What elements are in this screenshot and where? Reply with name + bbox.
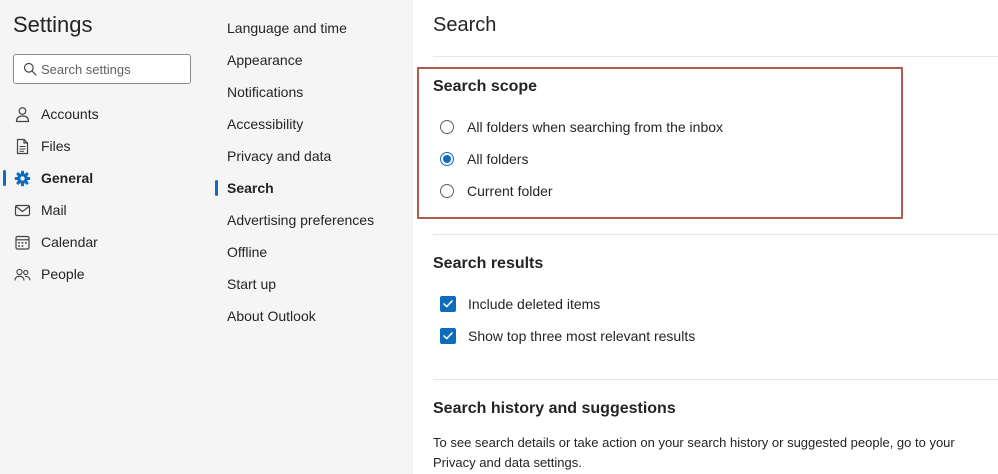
settings-category-nav: Accounts Files General Mail Calendar Peo…	[0, 98, 200, 290]
subnav-label: Offline	[227, 244, 268, 260]
subnav-offline[interactable]: Offline	[214, 236, 404, 268]
option-label: Show top three most relevant results	[468, 328, 696, 344]
search-history-description: To see search details or take action on …	[433, 435, 955, 470]
subnav-language-and-time[interactable]: Language and time	[214, 12, 404, 44]
people-icon	[14, 268, 31, 281]
search-scope-title: Search scope	[433, 78, 538, 95]
subnav-notifications[interactable]: Notifications	[214, 76, 404, 108]
subnav-privacy-and-data[interactable]: Privacy and data	[214, 140, 404, 172]
subnav-label: Privacy and data	[227, 148, 332, 164]
category-files[interactable]: Files	[0, 130, 200, 162]
mail-icon	[14, 204, 31, 217]
divider	[433, 56, 998, 57]
search-icon	[23, 62, 37, 76]
search-settings-box[interactable]	[13, 54, 191, 84]
category-label: Files	[41, 138, 71, 154]
option-label: All folders	[467, 151, 529, 167]
option-label: Current folder	[467, 183, 553, 199]
calendar-icon	[15, 235, 30, 250]
subnav-appearance[interactable]: Appearance	[214, 44, 404, 76]
subnav-accessibility[interactable]: Accessibility	[214, 108, 404, 140]
settings-left-pane: Settings Accounts Files	[0, 0, 413, 474]
radio-button[interactable]	[440, 120, 454, 134]
scope-option-current-folder[interactable]: Current folder	[440, 181, 553, 201]
subnav-label: Appearance	[227, 52, 303, 68]
checkmark-icon	[443, 332, 453, 340]
checkbox-checked[interactable]	[440, 328, 456, 344]
checkmark-icon	[443, 300, 453, 308]
show-top-three-results-option[interactable]: Show top three most relevant results	[440, 326, 695, 346]
category-label: People	[41, 266, 85, 282]
radio-button-selected[interactable]	[440, 152, 454, 166]
subnav-label: Language and time	[227, 20, 347, 36]
document-icon	[16, 138, 29, 155]
category-accounts[interactable]: Accounts	[0, 98, 200, 130]
subnav-label: About Outlook	[227, 308, 316, 324]
page-title: Search	[433, 14, 497, 36]
category-calendar[interactable]: Calendar	[0, 226, 200, 258]
search-settings-content: Search Search scope All folders when sea…	[413, 0, 998, 474]
divider	[433, 234, 998, 235]
divider	[433, 379, 998, 380]
option-label: Include deleted items	[468, 296, 601, 312]
subnav-label: Search	[227, 180, 274, 196]
radio-button[interactable]	[440, 184, 454, 198]
subnav-label: Accessibility	[227, 116, 304, 132]
scope-option-all-folders[interactable]: All folders	[440, 149, 528, 169]
subnav-label: Advertising preferences	[227, 212, 375, 228]
person-icon	[15, 107, 30, 123]
gear-icon	[14, 170, 31, 187]
general-subnav: Language and time Appearance Notificatio…	[214, 12, 404, 332]
search-settings-input[interactable]	[41, 55, 186, 83]
search-results-title: Search results	[433, 255, 544, 272]
option-label: All folders when searching from the inbo…	[467, 119, 724, 135]
category-mail[interactable]: Mail	[0, 194, 200, 226]
subnav-label: Start up	[227, 276, 277, 292]
include-deleted-items-option[interactable]: Include deleted items	[440, 294, 600, 314]
settings-title: Settings	[13, 12, 93, 37]
scope-option-inbox[interactable]: All folders when searching from the inbo…	[440, 117, 723, 137]
category-label: Mail	[41, 202, 67, 218]
checkbox-checked[interactable]	[440, 296, 456, 312]
subnav-start-up[interactable]: Start up	[214, 268, 404, 300]
category-label: Calendar	[41, 234, 98, 250]
category-general[interactable]: General	[0, 162, 200, 194]
subnav-advertising-preferences[interactable]: Advertising preferences	[214, 204, 404, 236]
category-label: General	[41, 170, 94, 186]
category-people[interactable]: People	[0, 258, 200, 290]
search-history-title: Search history and suggestions	[433, 400, 676, 417]
subnav-label: Notifications	[227, 84, 304, 100]
category-label: Accounts	[41, 106, 99, 122]
subnav-search[interactable]: Search	[214, 172, 404, 204]
subnav-about-outlook[interactable]: About Outlook	[214, 300, 404, 332]
